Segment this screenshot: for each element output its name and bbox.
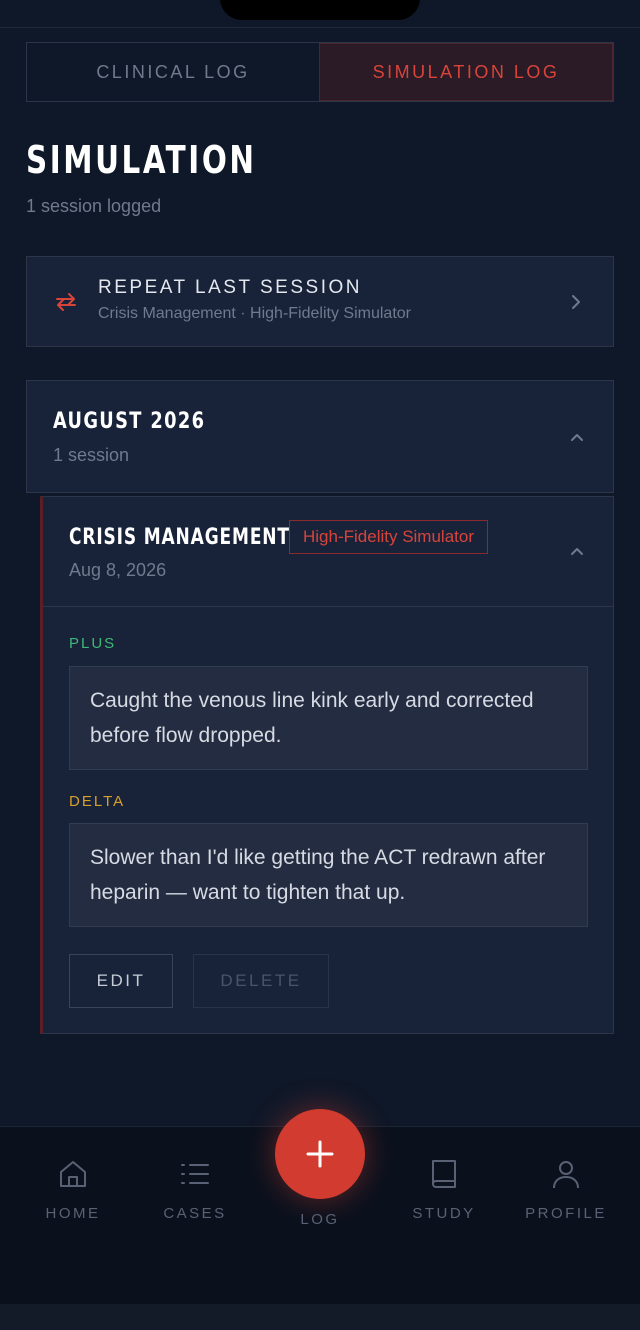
status-indicators (508, 0, 568, 6)
repeat-last-session-button[interactable]: REPEAT LAST SESSION Crisis Management · … (26, 256, 614, 347)
page-title: SIMULATION (26, 138, 257, 182)
session-title: CRISIS MANAGEMENT (69, 525, 290, 550)
camera-notch (220, 0, 420, 20)
nav-log-label[interactable]: LOG (270, 1211, 370, 1228)
session-card: CRISIS MANAGEMENT High-Fidelity Simulato… (40, 496, 614, 1034)
chevron-up-icon[interactable] (569, 545, 585, 557)
log-type-segmented-control: CLINICAL LOG SIMULATION LOG (26, 42, 614, 102)
nav-study-label: STUDY (412, 1205, 476, 1222)
home-indicator-area (0, 1304, 640, 1330)
home-icon (60, 1161, 86, 1187)
tab-simulation-log[interactable]: SIMULATION LOG (319, 43, 613, 101)
nav-cases[interactable]: CASES (145, 1157, 245, 1222)
plus-icon (306, 1140, 334, 1168)
user-icon (553, 1161, 579, 1189)
session-date: Aug 8, 2026 (69, 560, 167, 580)
month-session-count: 1 session (53, 445, 130, 465)
session-count: 1 session logged (26, 196, 162, 216)
plus-label: PLUS (69, 635, 117, 652)
month-group-header[interactable]: AUGUST 2026 1 session (26, 380, 614, 493)
bottom-navigation: HOME CASES LOG STUDY PROFILE (0, 1109, 640, 1304)
nav-study[interactable]: STUDY (394, 1157, 494, 1222)
nav-profile-label: PROFILE (525, 1205, 607, 1222)
delta-note: Slower than I'd like getting the ACT red… (69, 823, 588, 927)
chevron-right-icon (572, 295, 580, 309)
month-title: AUGUST 2026 (53, 409, 206, 434)
session-header[interactable]: CRISIS MANAGEMENT High-Fidelity Simulato… (43, 497, 613, 607)
repeat-icon (56, 293, 76, 311)
add-log-button[interactable] (275, 1109, 365, 1199)
plus-note: Caught the venous line kink early and co… (69, 666, 588, 770)
edit-button[interactable]: EDIT (69, 954, 173, 1008)
nav-home[interactable]: HOME (23, 1157, 123, 1222)
delta-label: DELTA (69, 793, 126, 810)
chevron-up-icon[interactable] (569, 431, 585, 443)
simulator-type-badge: High-Fidelity Simulator (289, 520, 488, 554)
book-icon (432, 1160, 456, 1188)
status-bar (0, 0, 640, 28)
nav-profile[interactable]: PROFILE (516, 1157, 616, 1222)
repeat-subtitle: Crisis Management · High-Fidelity Simula… (98, 305, 411, 322)
nav-cases-label: CASES (163, 1205, 227, 1222)
repeat-title: REPEAT LAST SESSION (98, 277, 362, 298)
nav-home-label: HOME (45, 1205, 101, 1222)
tab-clinical-log[interactable]: CLINICAL LOG (27, 43, 319, 101)
delete-button[interactable]: DELETE (193, 954, 329, 1008)
list-icon (181, 1164, 209, 1184)
